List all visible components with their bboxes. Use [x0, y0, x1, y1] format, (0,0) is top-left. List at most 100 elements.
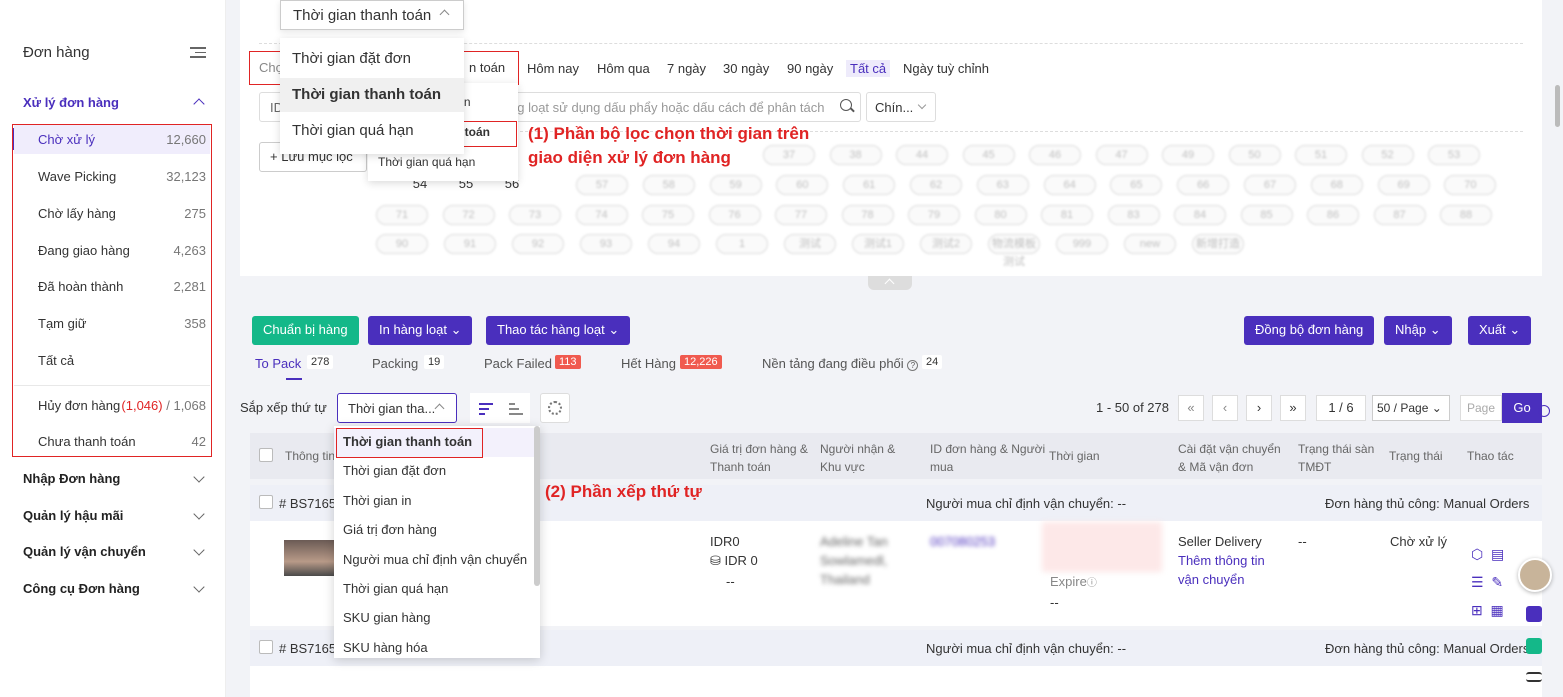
- search-icon[interactable]: [1538, 405, 1550, 417]
- store-chip[interactable]: 84: [1174, 205, 1226, 225]
- store-chip[interactable]: 71: [376, 205, 428, 225]
- add-shipping-info-link-2[interactable]: vận chuyển: [1178, 570, 1245, 589]
- list-icon[interactable]: ☰: [1471, 574, 1484, 590]
- tab-to-pack[interactable]: To Pack: [255, 356, 301, 371]
- collapse-menu-icon[interactable]: [190, 44, 206, 60]
- store-chip[interactable]: 999: [1056, 234, 1108, 254]
- sidebar-section-shipping-mgmt[interactable]: Quản lý vận chuyển: [23, 544, 146, 559]
- store-chip[interactable]: 1: [716, 234, 768, 254]
- quick-filter-7days[interactable]: 7 ngày: [667, 61, 706, 76]
- store-chip[interactable]: 86: [1307, 205, 1359, 225]
- store-chip[interactable]: 79: [908, 205, 960, 225]
- store-chip[interactable]: 64: [1043, 175, 1096, 195]
- store-chip[interactable]: 91: [444, 234, 496, 254]
- bulk-actions-button[interactable]: Thao tác hàng loạt ⌄: [486, 316, 631, 345]
- store-chip[interactable]: 47: [1095, 145, 1148, 165]
- row-checkbox[interactable]: [259, 640, 273, 654]
- tab-out-of-stock[interactable]: Hết Hàng: [621, 356, 676, 371]
- store-chip[interactable]: 81: [1041, 205, 1093, 225]
- store-chip[interactable]: 57: [576, 175, 628, 195]
- page-jump-input[interactable]: Page: [1460, 395, 1502, 421]
- dropdown-option-payment-time[interactable]: Thời gian thanh toán: [280, 78, 464, 112]
- store-chip[interactable]: 66: [1177, 175, 1230, 195]
- store-chip[interactable]: 69: [1377, 175, 1430, 195]
- search-icon[interactable]: [840, 99, 852, 111]
- store-chip[interactable]: 物流模板测试: [988, 234, 1040, 268]
- tab-pack-failed[interactable]: Pack Failed: [484, 356, 552, 371]
- package-icon[interactable]: ⬡: [1471, 546, 1483, 562]
- store-chip[interactable]: 51: [1295, 145, 1347, 165]
- store-chip[interactable]: 46: [1029, 145, 1081, 165]
- print-bulk-button[interactable]: In hàng loạt ⌄: [368, 316, 473, 345]
- last-page-button[interactable]: »: [1280, 395, 1306, 421]
- quick-filter-yesterday[interactable]: Hôm qua: [597, 61, 650, 76]
- sync-orders-button[interactable]: Đồng bộ đơn hàng: [1244, 316, 1375, 345]
- page-scrollbar[interactable]: [1555, 85, 1560, 127]
- store-chip[interactable]: 45: [962, 145, 1015, 165]
- store-chip[interactable]: 49: [1162, 145, 1214, 165]
- sort-option-store-sku[interactable]: SKU gian hàng: [334, 604, 534, 633]
- dropdown-scrollbar[interactable]: [534, 426, 540, 586]
- menu-icon[interactable]: [1526, 672, 1542, 682]
- store-chip[interactable]: 测试1: [852, 234, 904, 254]
- store-chip[interactable]: 60: [776, 175, 829, 195]
- import-button[interactable]: Nhập ⌄: [1384, 316, 1452, 345]
- first-page-button[interactable]: «: [1178, 395, 1204, 421]
- store-chip[interactable]: 85: [1240, 205, 1293, 225]
- store-chip[interactable]: 87: [1373, 205, 1426, 225]
- time-type-select[interactable]: Thời gian thanh toán: [280, 0, 464, 30]
- store-chip[interactable]: 52: [1361, 145, 1414, 165]
- store-chip[interactable]: 90: [376, 234, 428, 254]
- select-all-checkbox[interactable]: [259, 448, 273, 462]
- store-chip[interactable]: 44: [896, 145, 948, 165]
- sidebar-section-order-processing[interactable]: Xử lý đơn hàng: [23, 95, 119, 110]
- store-chip[interactable]: 61: [843, 175, 896, 195]
- store-chip[interactable]: 83: [1107, 205, 1160, 225]
- quick-filter-today[interactable]: Hôm nay: [527, 61, 579, 76]
- prepare-goods-button[interactable]: Chuẩn bị hàng: [252, 316, 359, 345]
- store-chip[interactable]: 53: [1428, 145, 1480, 165]
- split-icon[interactable]: ⊞: [1471, 602, 1483, 618]
- store-chip[interactable]: 测试2: [920, 234, 972, 254]
- settings-gear-icon[interactable]: [540, 393, 570, 423]
- sort-descending-icon[interactable]: [470, 393, 500, 423]
- store-chip[interactable]: 67: [1244, 175, 1296, 195]
- store-chip[interactable]: 68: [1310, 175, 1363, 195]
- order-id-link[interactable]: 007080253: [930, 532, 995, 551]
- store-chip[interactable]: 73: [509, 205, 561, 225]
- sort-option-product-sku[interactable]: SKU hàng hóa: [334, 634, 534, 658]
- row-checkbox[interactable]: [259, 495, 273, 509]
- chevron-down-icon[interactable]: [193, 581, 205, 593]
- chevron-down-icon[interactable]: [193, 471, 205, 483]
- store-chip[interactable]: 59: [709, 175, 762, 195]
- store-chip[interactable]: 38: [829, 145, 882, 165]
- page-size-select[interactable]: 50 / Page ⌄: [1372, 395, 1450, 421]
- quick-filter-custom[interactable]: Ngày tuỳ chỉnh: [903, 61, 989, 76]
- invoice-icon[interactable]: ▦: [1491, 602, 1504, 618]
- support-avatar[interactable]: [1518, 558, 1552, 592]
- quick-filter-30days[interactable]: 30 ngày: [723, 61, 769, 76]
- page-indicator[interactable]: 1 / 6: [1316, 395, 1366, 421]
- store-chip[interactable]: 63: [976, 175, 1029, 195]
- store-chip[interactable]: 78: [841, 205, 894, 225]
- sort-ascending-icon[interactable]: [500, 393, 530, 423]
- store-chip[interactable]: 62: [910, 175, 962, 195]
- store-chip[interactable]: 93: [580, 234, 632, 254]
- store-chip[interactable]: 80: [974, 205, 1027, 225]
- quick-filter-all[interactable]: Tất cả: [846, 60, 891, 77]
- store-chip[interactable]: 58: [642, 175, 695, 195]
- next-page-button[interactable]: ›: [1246, 395, 1272, 421]
- store-chip[interactable]: 88: [1440, 205, 1492, 225]
- tab-packing[interactable]: Packing: [372, 356, 418, 371]
- store-chip[interactable]: 94: [648, 234, 700, 254]
- go-button[interactable]: Go: [1502, 393, 1542, 423]
- store-chip[interactable]: 74: [575, 205, 628, 225]
- add-shipping-info-link[interactable]: Thêm thông tin: [1178, 551, 1265, 570]
- dropdown-option-overdue-time[interactable]: Thời gian quá hạn: [280, 114, 464, 148]
- store-chip[interactable]: new: [1124, 234, 1176, 254]
- chat-icon[interactable]: [1526, 606, 1542, 622]
- store-chip[interactable]: 92: [512, 234, 564, 254]
- store-chip[interactable]: 70: [1444, 175, 1497, 195]
- dropdown-option-order-time[interactable]: Thời gian đặt đơn: [280, 42, 464, 76]
- sort-select[interactable]: Thời gian tha...: [337, 393, 457, 423]
